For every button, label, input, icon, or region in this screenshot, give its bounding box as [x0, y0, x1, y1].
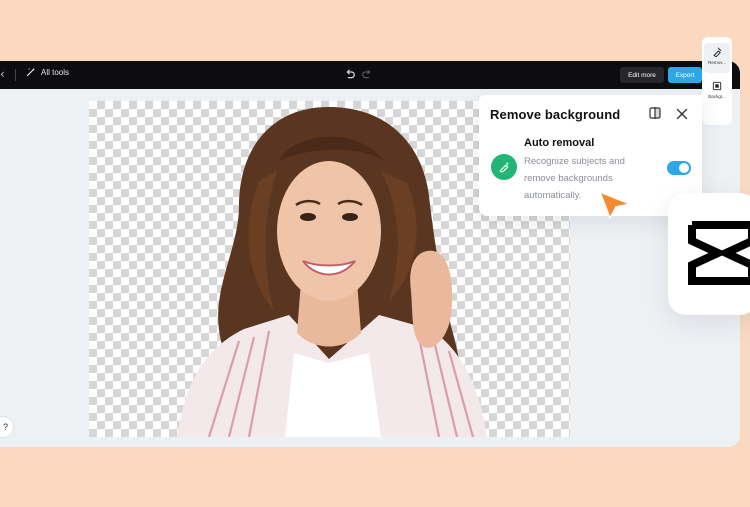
all-tools-label: All tools	[41, 67, 70, 77]
panel-title: Remove background	[490, 107, 621, 122]
capcut-logo	[688, 221, 750, 285]
rail-item-background[interactable]: Backgr...	[704, 77, 730, 107]
magic-wand-icon	[26, 67, 36, 77]
rail-item-label: Remov...	[708, 60, 726, 65]
top-toolbar: ‹ All tools Edit more Export	[0, 61, 740, 89]
background-icon	[712, 81, 722, 91]
chevron-left-icon[interactable]: ‹	[0, 67, 5, 81]
auto-removal-icon-badge	[491, 154, 517, 180]
rail-item-label: Backgr...	[708, 94, 726, 99]
cursor-arrow-icon	[599, 191, 631, 219]
toggle-knob	[679, 163, 689, 173]
auto-removal-title: Auto removal	[524, 137, 595, 149]
undo-icon[interactable]	[344, 68, 356, 80]
edit-more-button[interactable]: Edit more	[620, 67, 664, 83]
compare-icon[interactable]	[648, 106, 662, 120]
all-tools-button[interactable]: All tools	[26, 67, 69, 77]
redo-icon[interactable]	[361, 68, 373, 80]
eraser-icon	[713, 47, 722, 57]
help-button[interactable]: ?	[0, 416, 14, 438]
auto-removal-toggle[interactable]	[667, 161, 691, 175]
side-rail: Remov... Backgr...	[702, 37, 732, 125]
close-icon[interactable]	[676, 108, 688, 120]
export-button[interactable]: Export	[668, 67, 702, 83]
toolbar-divider	[15, 69, 16, 81]
magic-eraser-icon	[499, 161, 509, 172]
rail-item-remove[interactable]: Remov...	[704, 43, 730, 73]
